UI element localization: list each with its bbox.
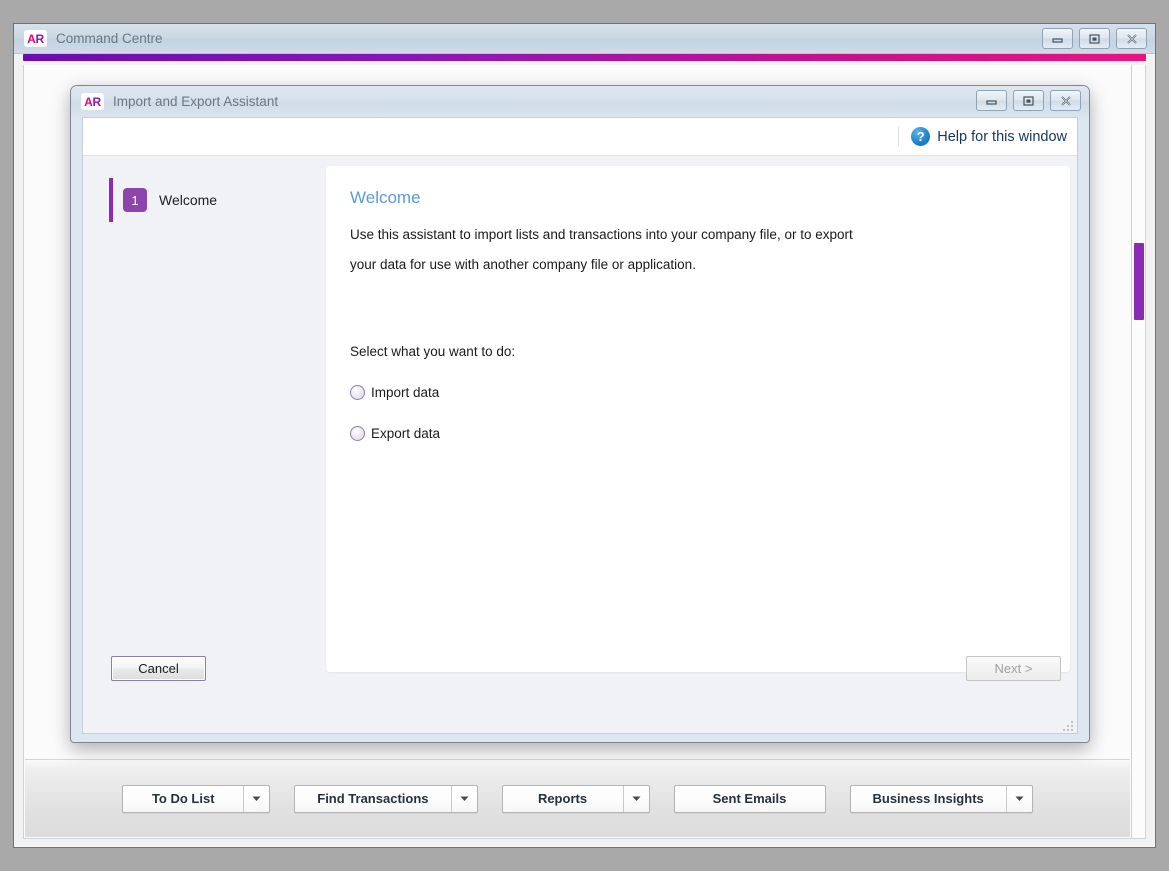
business-insights-button[interactable]: Business Insights xyxy=(849,784,1033,813)
resize-grip-icon[interactable] xyxy=(1061,719,1073,731)
maximize-icon[interactable] xyxy=(1079,28,1110,49)
selection-prompt: Select what you want to do: xyxy=(350,344,516,359)
close-icon[interactable] xyxy=(1116,28,1147,49)
dialog-title: Import and Export Assistant xyxy=(113,94,279,109)
question-mark-icon: ? xyxy=(911,127,931,146)
chevron-down-icon[interactable] xyxy=(450,785,477,812)
ar-logo-letter-a: A xyxy=(27,31,36,46)
import-data-option[interactable]: Import data xyxy=(350,385,1046,400)
import-export-assistant-dialog: AR Import and Export Assistant ? Help fo… xyxy=(70,85,1090,743)
page-title: Welcome xyxy=(350,188,421,207)
import-data-label: Import data xyxy=(371,385,440,400)
ar-logo-letter-r: R xyxy=(92,94,102,109)
app-window-title: Command Centre xyxy=(56,31,163,46)
radio-button-icon[interactable] xyxy=(350,385,365,400)
dialog-content: 1 Welcome Welcome Use this assistant to … xyxy=(83,157,1077,733)
export-data-label: Export data xyxy=(371,426,441,441)
find-transactions-label: Find Transactions xyxy=(317,791,429,806)
command-toolbar: To Do List Find Transactions Reports Sen… xyxy=(25,759,1130,837)
intro-paragraph-line2: your data for use with another company f… xyxy=(350,257,696,272)
scrollbar-thumb[interactable] xyxy=(1134,243,1144,320)
next-button[interactable]: Next > xyxy=(966,656,1061,681)
dialog-footer: Cancel Next > xyxy=(83,638,1077,733)
brand-accent-bar xyxy=(23,54,1146,61)
to-do-list-label: To Do List xyxy=(151,791,215,806)
welcome-panel: Welcome Use this assistant to import lis… xyxy=(326,166,1070,672)
help-link-label: Help for this window xyxy=(937,128,1067,145)
reports-label: Reports xyxy=(537,791,588,806)
ar-logo-letter-r: R xyxy=(35,31,45,46)
sent-emails-button[interactable]: Sent Emails xyxy=(673,784,826,813)
sidebar-item-welcome[interactable]: 1 Welcome xyxy=(83,178,326,222)
minimize-icon[interactable] xyxy=(976,90,1007,111)
ar-logo-letter-a: A xyxy=(84,94,93,109)
maximize-icon[interactable] xyxy=(1013,90,1044,111)
chevron-down-icon[interactable] xyxy=(243,785,269,812)
intro-paragraph-line1: Use this assistant to import lists and t… xyxy=(350,227,853,242)
sent-emails-label: Sent Emails xyxy=(712,791,787,806)
export-data-option[interactable]: Export data xyxy=(350,426,1046,441)
find-transactions-button[interactable]: Find Transactions xyxy=(294,784,478,813)
step-number-badge: 1 xyxy=(123,188,147,212)
help-for-this-window-link[interactable]: ? Help for this window xyxy=(898,127,1067,146)
radio-button-icon[interactable] xyxy=(350,426,365,441)
ar-logo-icon: AR xyxy=(81,93,104,110)
to-do-list-button[interactable]: To Do List xyxy=(122,784,271,813)
chevron-down-icon[interactable] xyxy=(1005,785,1032,812)
chevron-down-icon[interactable] xyxy=(622,785,649,812)
background-scrollbar[interactable] xyxy=(1131,65,1145,838)
sidebar-item-label: Welcome xyxy=(159,192,218,208)
app-window-controls xyxy=(1042,28,1147,49)
dialog-titlebar: AR Import and Export Assistant xyxy=(71,86,1089,117)
ar-logo-icon: AR xyxy=(24,30,47,47)
close-icon[interactable] xyxy=(1050,90,1081,111)
help-bar: ? Help for this window xyxy=(83,118,1077,156)
reports-button[interactable]: Reports xyxy=(501,784,650,813)
dialog-window-controls xyxy=(976,90,1081,111)
app-titlebar: AR Command Centre xyxy=(14,24,1155,54)
business-insights-label: Business Insights xyxy=(872,791,984,806)
dialog-body: ? Help for this window 1 Welcome Welcome… xyxy=(82,117,1078,734)
cancel-button[interactable]: Cancel xyxy=(111,656,206,681)
minimize-icon[interactable] xyxy=(1042,28,1073,49)
